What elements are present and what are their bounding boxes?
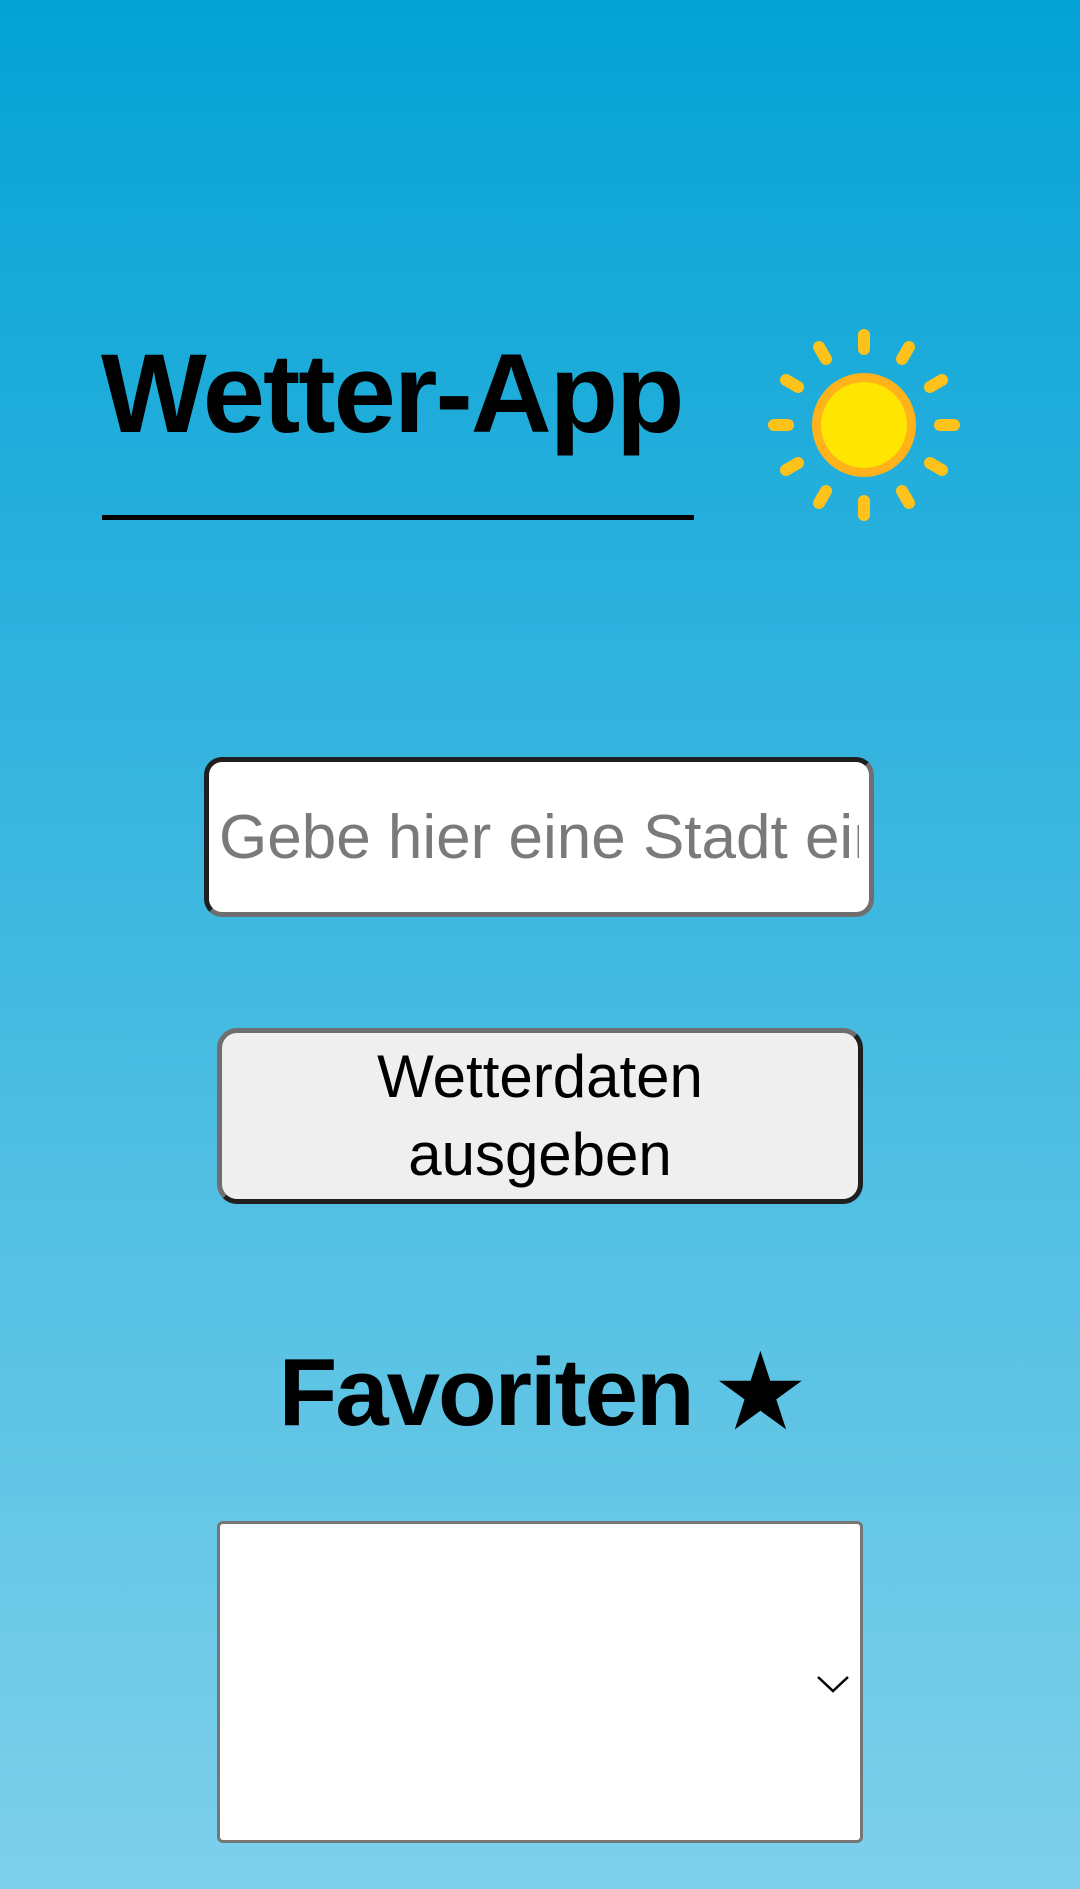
favorites-select[interactable]	[217, 1521, 863, 1843]
sun-icon	[768, 329, 960, 521]
get-weather-button[interactable]: Wetterdaten ausgeben	[217, 1028, 863, 1204]
chevron-down-icon	[817, 1676, 849, 1693]
city-search-input[interactable]	[204, 757, 874, 917]
favorites-heading: Favoriten ★	[278, 1339, 804, 1446]
title-underline	[102, 515, 694, 520]
app-title: Wetter-App	[101, 331, 684, 456]
